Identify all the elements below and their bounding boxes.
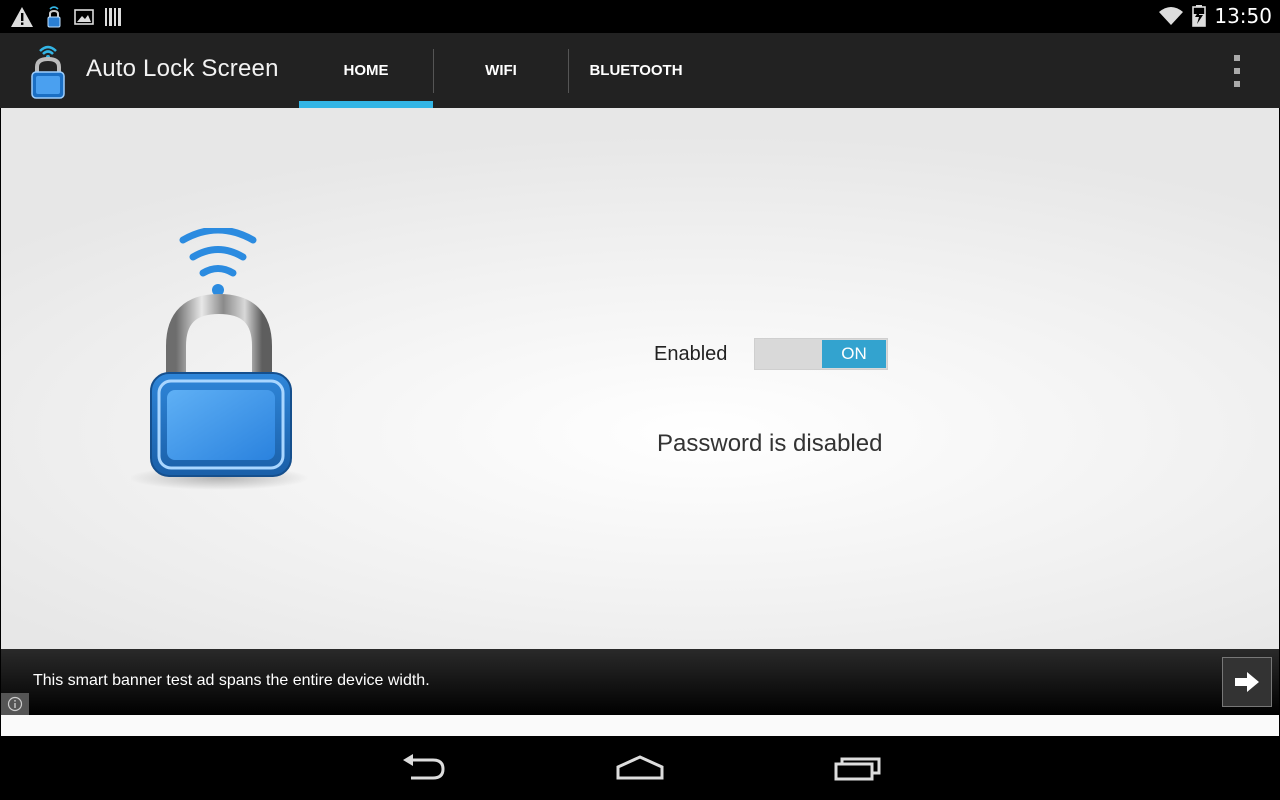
home-button[interactable] <box>610 750 670 786</box>
overflow-menu-icon[interactable] <box>1230 55 1244 87</box>
home-icon <box>616 755 664 780</box>
tab-home[interactable]: HOME <box>299 33 433 108</box>
status-bar: 13:50 <box>0 0 1280 33</box>
ad-arrow-button[interactable] <box>1222 657 1272 707</box>
tab-home-label: HOME <box>343 62 389 79</box>
clock: 13:50 <box>1214 4 1272 28</box>
image-icon <box>74 9 94 25</box>
warning-icon <box>11 7 33 27</box>
back-button[interactable] <box>394 750 454 786</box>
content-footer-strip <box>1 715 1279 736</box>
app-title: Auto Lock Screen <box>86 55 279 82</box>
tab-wifi-label: WIFI <box>485 62 517 79</box>
ad-info-icon[interactable] <box>1 693 29 715</box>
recent-apps-icon <box>834 757 881 781</box>
notification-icons <box>10 5 122 29</box>
ad-text: This smart banner test ad spans the enti… <box>33 672 430 689</box>
tab-wifi[interactable]: WIFI <box>434 33 568 108</box>
lock-notification-icon <box>47 6 61 28</box>
action-bar: Auto Lock Screen HOME WIFI BLUETOOTH <box>0 33 1280 108</box>
enabled-toggle[interactable]: ON <box>754 338 888 370</box>
tab-selected-indicator <box>299 101 433 108</box>
navigation-bar <box>0 736 1280 800</box>
password-status-text: Password is disabled <box>657 430 883 457</box>
wifi-lock-illustration <box>131 228 309 490</box>
back-icon <box>403 754 445 780</box>
recent-apps-button[interactable] <box>828 750 888 786</box>
ad-banner[interactable]: This smart banner test ad spans the enti… <box>1 649 1279 715</box>
arrow-right-icon <box>1235 672 1259 692</box>
wifi-signal-icon <box>1159 7 1184 25</box>
toggle-thumb: ON <box>822 340 886 368</box>
tab-bluetooth-label: BLUETOOTH <box>589 62 683 79</box>
battery-charging-icon <box>1192 5 1207 27</box>
barcode-icon <box>105 8 121 26</box>
tab-bluetooth[interactable]: BLUETOOTH <box>569 33 703 108</box>
system-icons: 13:50 <box>1158 4 1272 28</box>
app-lock-icon[interactable] <box>24 39 72 101</box>
home-content: Enabled ON Password is disabled <box>1 108 1279 649</box>
enabled-label: Enabled <box>654 343 728 365</box>
